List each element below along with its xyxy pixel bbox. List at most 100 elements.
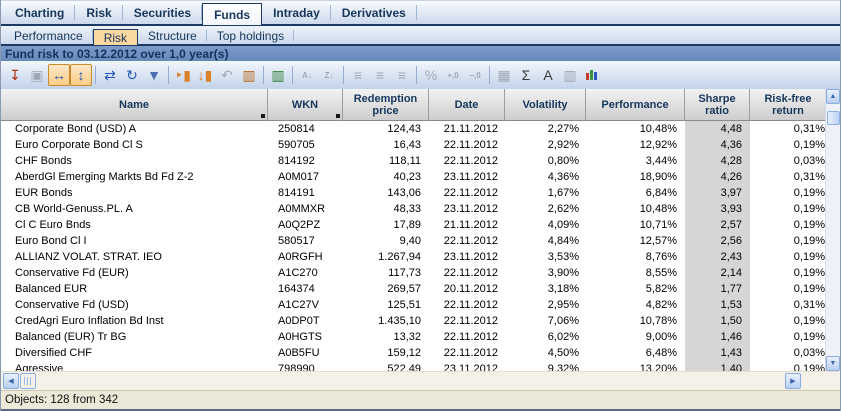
sub-tab-performance[interactable]: Performance bbox=[4, 27, 93, 44]
align-right-icon-glyph: ≡ bbox=[398, 67, 406, 83]
cell-wkn: A0B5FU bbox=[268, 347, 343, 359]
cell-volatility: 3,18% bbox=[505, 283, 586, 295]
column-header-name[interactable]: Name bbox=[1, 89, 268, 121]
column-header-label: WKN bbox=[292, 99, 318, 111]
table-row[interactable]: ALLIANZ VOLAT. STRAT. IEOA0RGFH1.267,942… bbox=[1, 249, 840, 265]
lock-columns-icon: ▦ bbox=[493, 64, 515, 86]
refresh-icon[interactable]: ↻ bbox=[121, 64, 143, 86]
main-tab-funds[interactable]: Funds bbox=[202, 3, 262, 26]
column-width-icon[interactable]: ⇄ bbox=[99, 64, 121, 86]
table-row[interactable]: Agressive798990522,4923.11.20129,32%13,2… bbox=[1, 361, 840, 371]
sub-tab-risk[interactable]: Risk bbox=[93, 29, 138, 46]
column-header-sharpe[interactable]: Sharpe ratio bbox=[685, 89, 750, 121]
cell-price: 159,12 bbox=[343, 347, 429, 359]
insert-row-icon[interactable]: ↓▮ bbox=[194, 64, 216, 86]
object-count-label: Objects: 128 from 342 bbox=[5, 394, 118, 406]
cell-riskfree: 0,31% bbox=[750, 299, 827, 311]
export-icon[interactable]: ↧ bbox=[4, 64, 26, 86]
main-tab-derivatives[interactable]: Derivatives bbox=[331, 1, 417, 24]
horizontal-scrollbar[interactable]: ◀ ▶ bbox=[1, 371, 840, 390]
hide-columns-icon[interactable]: ▥ bbox=[267, 64, 289, 86]
decrease-decimal-icon-glyph: −,0 bbox=[469, 71, 480, 80]
cell-volatility: 9,32% bbox=[505, 363, 586, 371]
table-row[interactable]: Balanced EUR164374269,5720.11.20123,18%5… bbox=[1, 281, 840, 297]
table-row[interactable]: CB World-Genuss.PL. AA0MMXR48,3323.11.20… bbox=[1, 201, 840, 217]
cell-riskfree: 0,19% bbox=[750, 283, 827, 295]
refresh-icon-glyph: ↻ bbox=[126, 67, 138, 84]
undo-icon-glyph: ↶ bbox=[221, 67, 233, 84]
cell-date: 22.11.2012 bbox=[429, 155, 505, 167]
scroll-left-button[interactable]: ◀ bbox=[3, 373, 19, 389]
table-row[interactable]: CredAgri Euro Inflation Bd InstA0DP0T1.4… bbox=[1, 313, 840, 329]
cell-riskfree: 0,19% bbox=[750, 251, 827, 263]
table-row[interactable]: Conservative Fd (EUR)A1C270117,7322.11.2… bbox=[1, 265, 840, 281]
cell-date: 20.11.2012 bbox=[429, 283, 505, 295]
export-icon-glyph: ↧ bbox=[9, 67, 21, 84]
column-header-wkn[interactable]: WKN bbox=[268, 89, 343, 121]
cell-date: 23.11.2012 bbox=[429, 171, 505, 183]
cell-date: 22.11.2012 bbox=[429, 331, 505, 343]
column-header-volatility[interactable]: Volatility bbox=[505, 89, 586, 121]
scroll-up-button[interactable]: ▲ bbox=[826, 89, 840, 104]
main-tab-charting[interactable]: Charting bbox=[4, 1, 75, 24]
cell-riskfree: 0,19% bbox=[750, 187, 827, 199]
cell-riskfree: 0,19% bbox=[750, 219, 827, 231]
cell-riskfree: 0,03% bbox=[750, 347, 827, 359]
cell-price: 124,43 bbox=[343, 123, 429, 135]
table-row[interactable]: Conservative Fd (USD)A1C27V125,5122.11.2… bbox=[1, 297, 840, 313]
cell-date: 22.11.2012 bbox=[429, 347, 505, 359]
column-header-date[interactable]: Date bbox=[429, 89, 505, 121]
cell-riskfree: 0,19% bbox=[750, 235, 827, 247]
cell-price: 17,89 bbox=[343, 219, 429, 231]
sort-descending-icon-glyph: Z↓ bbox=[325, 71, 334, 80]
hide-columns-icon-glyph: ▥ bbox=[271, 67, 284, 84]
table-row[interactable]: Corporate Bond (USD) A250814124,4321.11.… bbox=[1, 121, 840, 137]
scroll-right-button[interactable]: ▶ bbox=[785, 373, 801, 389]
sum-icon[interactable]: Σ bbox=[515, 64, 537, 86]
fit-column-width-icon[interactable]: ↔ bbox=[48, 64, 70, 86]
cell-wkn: 814192 bbox=[268, 155, 343, 167]
table-row[interactable]: Euro Corporate Bond Cl S59070516,4322.11… bbox=[1, 137, 840, 153]
table-row[interactable]: Balanced (EUR) Tr BGA0HGTS13,3222.11.201… bbox=[1, 329, 840, 345]
table-row[interactable]: EUR Bonds814191143,0622.11.20121,67%6,84… bbox=[1, 185, 840, 201]
column-header-price[interactable]: Redemption price bbox=[343, 89, 429, 121]
fit-row-height-icon[interactable]: ↕ bbox=[70, 64, 92, 86]
fit-row-height-icon-glyph: ↕ bbox=[78, 67, 85, 83]
vertical-scrollbar[interactable]: ▲ ▼ bbox=[825, 89, 840, 371]
cell-wkn: A0RGFH bbox=[268, 251, 343, 263]
vertical-scrollbar-thumb[interactable] bbox=[827, 111, 840, 125]
column-settings-icon: ▥ bbox=[559, 64, 581, 86]
table-row[interactable]: Euro Bond Cl I5805179,4022.11.20124,84%1… bbox=[1, 233, 840, 249]
cell-performance: 4,82% bbox=[586, 299, 685, 311]
table-row[interactable]: Cl C Euro BndsA0Q2PZ17,8921.11.20124,09%… bbox=[1, 217, 840, 233]
cell-volatility: 3,90% bbox=[505, 267, 586, 279]
sub-tab-top-holdings[interactable]: Top holdings bbox=[207, 27, 294, 44]
table-row[interactable]: AberdGl Emerging Markts Bd Fd Z-2A0M0174… bbox=[1, 169, 840, 185]
table-row[interactable]: Diversified CHFA0B5FU159,1222.11.20124,5… bbox=[1, 345, 840, 361]
cell-wkn: 250814 bbox=[268, 123, 343, 135]
cell-volatility: 6,02% bbox=[505, 331, 586, 343]
chart-icon[interactable] bbox=[581, 64, 603, 86]
value-columns-icon[interactable]: ▥ bbox=[238, 64, 260, 86]
column-header-riskfree[interactable]: Risk-free return bbox=[750, 89, 827, 121]
cell-price: 40,23 bbox=[343, 171, 429, 183]
column-header-performance[interactable]: Performance bbox=[586, 89, 685, 121]
main-tab-intraday[interactable]: Intraday bbox=[262, 1, 331, 24]
sub-tab-structure[interactable]: Structure bbox=[138, 27, 207, 44]
horizontal-scrollbar-thumb[interactable] bbox=[20, 373, 36, 389]
main-tab-securities[interactable]: Securities bbox=[123, 1, 202, 24]
insert-column-icon[interactable]: ‣▮ bbox=[172, 64, 194, 86]
cell-name: Balanced EUR bbox=[1, 283, 268, 295]
filter-icon[interactable]: ▼ bbox=[143, 64, 165, 86]
cell-name: CB World-Genuss.PL. A bbox=[1, 203, 268, 215]
scroll-down-button[interactable]: ▼ bbox=[826, 356, 840, 371]
cell-riskfree: 0,31% bbox=[750, 123, 827, 135]
percent-format-icon: % bbox=[420, 64, 442, 86]
cell-volatility: 7,06% bbox=[505, 315, 586, 327]
table-row[interactable]: CHF Bonds814192118,1122.11.20120,80%3,44… bbox=[1, 153, 840, 169]
main-tab-bar: ChartingRiskSecuritiesFundsIntradayDeriv… bbox=[1, 0, 840, 26]
main-tab-risk[interactable]: Risk bbox=[75, 1, 122, 24]
sum-icon-glyph: Σ bbox=[522, 67, 531, 83]
font-icon[interactable]: A bbox=[537, 64, 559, 86]
cell-name: Conservative Fd (USD) bbox=[1, 299, 268, 311]
